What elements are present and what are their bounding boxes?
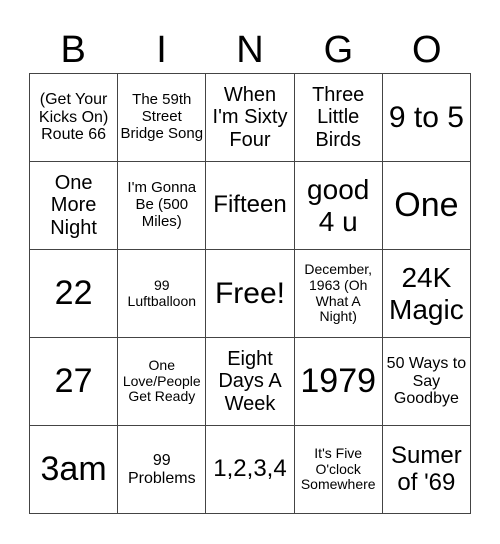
bingo-cell[interactable]: 1,2,3,4 [206, 426, 295, 514]
bingo-cell[interactable]: good 4 u [294, 162, 383, 250]
bingo-cell[interactable]: The 59th Street Bridge Song [118, 74, 207, 162]
header-letter-b: B [60, 29, 86, 71]
bingo-cell[interactable]: One More Night [30, 162, 119, 250]
bingo-cell[interactable]: Fifteen [206, 162, 295, 250]
bingo-cell[interactable]: December, 1963 (Oh What A Night) [294, 250, 383, 338]
bingo-cell[interactable]: Eight Days A Week [206, 338, 295, 426]
header-letter-i: I [156, 29, 167, 71]
bingo-cell[interactable]: 9 to 5 [382, 74, 471, 162]
bingo-cell[interactable]: 99 Problems [118, 426, 207, 514]
bingo-cell[interactable]: 1979 [294, 338, 383, 426]
bingo-cell[interactable]: Sumer of '69 [382, 426, 471, 514]
free-space[interactable]: Free! [206, 250, 295, 338]
bingo-grid: (Get Your Kicks On) Route 66 The 59th St… [29, 73, 471, 514]
bingo-header: B I N G O [29, 28, 471, 72]
bingo-cell[interactable]: One [382, 162, 471, 250]
bingo-cell[interactable]: It's Five O'clock Somewhere [294, 426, 383, 514]
bingo-cell[interactable]: When I'm Sixty Four [206, 74, 295, 162]
bingo-cell[interactable]: 99 Luftballoon [118, 250, 207, 338]
bingo-cell[interactable]: 50 Ways to Say Goodbye [382, 338, 471, 426]
bingo-cell[interactable]: One Love/People Get Ready [118, 338, 207, 426]
bingo-cell[interactable]: I'm Gonna Be (500 Miles) [118, 162, 207, 250]
header-letter-o: O [411, 29, 442, 71]
bingo-cell[interactable]: 24K Magic [382, 250, 471, 338]
header-letter-g: G [323, 29, 354, 71]
header-letter-n: N [236, 29, 264, 71]
bingo-cell[interactable]: 22 [30, 250, 119, 338]
bingo-cell[interactable]: 3am [30, 426, 119, 514]
bingo-cell[interactable]: Three Little Birds [294, 74, 383, 162]
bingo-cell[interactable]: (Get Your Kicks On) Route 66 [30, 74, 119, 162]
bingo-cell[interactable]: 27 [30, 338, 119, 426]
